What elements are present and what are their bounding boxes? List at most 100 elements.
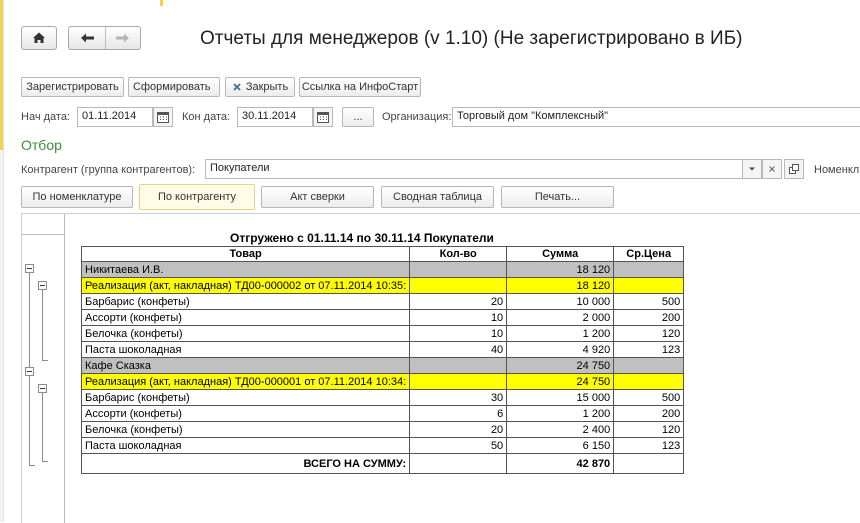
cell-product: Паста шоколадная [80, 437, 411, 454]
grouping-panel-divider [64, 214, 65, 523]
table-row[interactable]: Паста шоколадная 40 4 920 123 [80, 341, 685, 358]
cell-product: Ассорти (конфеты) [80, 405, 411, 422]
cell-sum: 24 750 [506, 373, 615, 390]
filter-section-title: Отбор [21, 137, 62, 153]
tree-connector [42, 393, 43, 461]
start-date-calendar-button[interactable] [153, 107, 173, 127]
table-row[interactable]: Ассорти (конфеты) 6 1 200 200 [80, 405, 685, 422]
collapse-group-icon[interactable] [25, 367, 34, 376]
table-row[interactable]: Белочка (конфеты) 20 2 400 120 [80, 421, 685, 438]
chevron-down-icon [213, 86, 215, 88]
nomenclature-label: Номенкл [814, 164, 860, 176]
reconciliation-act-button[interactable]: Акт сверки [261, 186, 374, 208]
cell-product: Реализация (акт, накладная) ТД00-000002 … [80, 277, 411, 294]
contractor-clear-button[interactable] [762, 159, 782, 179]
chevron-down-icon [749, 167, 755, 171]
report-by-contractor-button[interactable]: По контрагенту [139, 184, 255, 210]
contractor-label: Контрагент (группа контрагентов): [21, 164, 196, 176]
contractor-group-row[interactable]: Кафе Сказка 24 750 [80, 357, 685, 374]
close-button[interactable]: Закрыть [225, 77, 295, 97]
cell-avg-price: 120 [613, 325, 685, 342]
report-total-row: ВСЕГО НА СУММУ: 42 870 [80, 453, 685, 474]
cell-sum: 1 200 [506, 325, 615, 342]
cell-quantity [409, 261, 508, 278]
forward-button[interactable] [105, 27, 140, 49]
tree-connector [29, 465, 35, 466]
cell-product: Никитаева И.В. [80, 261, 411, 278]
collapse-document-icon[interactable] [38, 281, 47, 290]
top-marker [160, 0, 163, 6]
window-title: Отчеты для менеджеров (v 1.10) (Не зарег… [200, 28, 743, 49]
cell-sum: 6 150 [506, 437, 615, 454]
cell-avg-price [613, 261, 685, 278]
generate-button[interactable]: Сформировать [128, 77, 220, 97]
table-row[interactable]: Ассорти (конфеты) 10 2 000 200 [80, 309, 685, 326]
cell-quantity: 20 [409, 293, 508, 310]
history-nav-group [68, 26, 141, 50]
contractor-input[interactable]: Покупатели [205, 159, 743, 179]
table-row[interactable]: Барбарис (конфеты) 20 10 000 500 [80, 293, 685, 310]
cell-quantity: 50 [409, 437, 508, 454]
cell-sum: 4 920 [506, 341, 615, 358]
cell-product: Ассорти (конфеты) [80, 309, 411, 326]
cell-quantity [409, 277, 508, 294]
cell-product: Кафе Сказка [80, 357, 411, 374]
calendar-icon [317, 111, 329, 123]
total-empty-cell [409, 453, 508, 474]
tree-connector [42, 360, 48, 361]
cell-sum: 10 000 [506, 293, 615, 310]
collapse-document-icon[interactable] [38, 384, 47, 393]
cell-avg-price: 500 [613, 389, 685, 406]
start-date-input[interactable]: 01.11.2014 [77, 107, 153, 127]
clear-icon [769, 166, 775, 172]
cell-avg-price [613, 277, 685, 294]
tree-connector [42, 290, 43, 360]
table-row[interactable]: Белочка (конфеты) 10 1 200 120 [80, 325, 685, 342]
left-panel-edge [0, 0, 4, 522]
organization-label: Организация: [382, 111, 452, 123]
cell-quantity [409, 373, 508, 390]
summary-table-button[interactable]: Сводная таблица [381, 186, 494, 208]
contractor-group-row[interactable]: Никитаева И.В. 18 120 [80, 261, 685, 278]
start-date-label: Нач дата: [21, 111, 70, 123]
cell-avg-price: 200 [613, 405, 685, 422]
cell-quantity: 20 [409, 421, 508, 438]
total-value: 42 870 [506, 453, 615, 474]
end-date-label: Кон дата: [182, 111, 231, 123]
infostart-link-button[interactable]: Ссылка на ИнфоСтарт [299, 77, 421, 97]
cell-quantity: 30 [409, 389, 508, 406]
col-header-sum: Сумма [506, 246, 615, 262]
cell-sum: 1 200 [506, 405, 615, 422]
end-date-input[interactable]: 30.11.2014 [237, 107, 313, 127]
report-by-nomenclature-button[interactable]: По номенклатуре [21, 186, 133, 208]
close-button-label: Закрыть [245, 81, 289, 93]
organization-input[interactable]: Торговый дом "Комплексный" [452, 107, 860, 127]
document-row[interactable]: Реализация (акт, накладная) ТД00-000002 … [80, 277, 685, 294]
report-table: Товар Кол-во Сумма Ср.Цена Никитаева И.В… [80, 246, 685, 474]
collapse-group-icon[interactable] [25, 264, 34, 273]
document-row[interactable]: Реализация (акт, накладная) ТД00-000001 … [80, 373, 685, 390]
cell-avg-price [613, 373, 685, 390]
arrow-right-icon [116, 33, 129, 43]
cell-product: Барбарис (конфеты) [80, 389, 411, 406]
close-icon [233, 83, 241, 91]
cell-avg-price: 500 [613, 293, 685, 310]
cell-avg-price: 123 [613, 341, 685, 358]
period-select-button[interactable]: ... [342, 107, 374, 127]
table-row[interactable]: Паста шоколадная 50 6 150 123 [80, 437, 685, 454]
cell-sum: 2 000 [506, 309, 615, 326]
cell-quantity: 10 [409, 325, 508, 342]
total-empty-cell [613, 453, 685, 474]
cell-quantity: 6 [409, 405, 508, 422]
cell-sum: 15 000 [506, 389, 615, 406]
cell-quantity: 10 [409, 309, 508, 326]
end-date-calendar-button[interactable] [313, 107, 333, 127]
contractor-open-button[interactable] [784, 159, 804, 179]
contractor-dropdown-button[interactable] [742, 159, 762, 179]
register-button[interactable]: Зарегистрировать [21, 77, 124, 97]
back-button[interactable] [69, 27, 106, 49]
print-button[interactable]: Печать... [501, 186, 614, 208]
cell-avg-price: 120 [613, 421, 685, 438]
home-button[interactable] [21, 26, 57, 50]
table-row[interactable]: Барбарис (конфеты) 30 15 000 500 [80, 389, 685, 406]
